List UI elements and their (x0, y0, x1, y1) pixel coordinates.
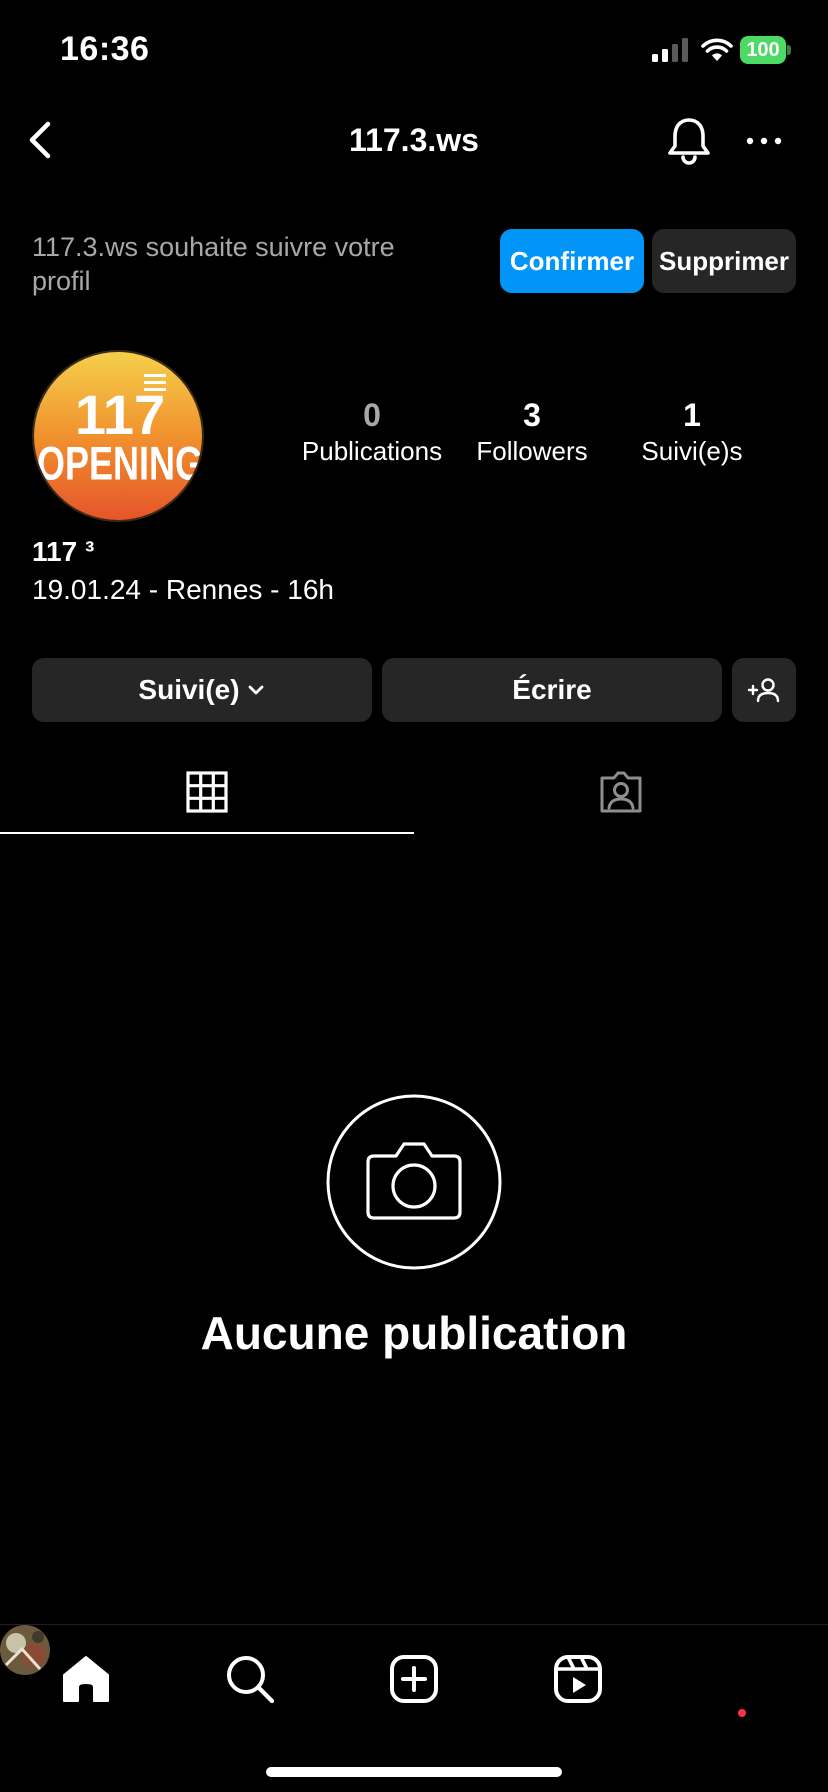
suggested-users-button[interactable] (732, 658, 796, 722)
posts-count-label: Publications (301, 436, 443, 466)
following-button-label: Suivi(e) (138, 674, 240, 705)
battery-level: 100 (740, 36, 786, 64)
display-name: 117 ³ (32, 536, 95, 567)
chevron-down-icon (248, 685, 263, 695)
camera-icon (326, 1094, 502, 1270)
followers-count[interactable]: 3 Followers (458, 396, 606, 468)
posts-count-value: 0 (363, 397, 381, 433)
posts-count: 0 Publications (296, 396, 448, 468)
followers-count-value: 3 (523, 397, 541, 433)
battery-icon: 100 (740, 36, 791, 64)
add-user-icon (747, 678, 780, 703)
active-tab-indicator (0, 832, 414, 834)
avatar-logo-image: 117 OPENING (34, 352, 203, 520)
profile-tabs (0, 748, 828, 836)
following-count-label: Suivi(e)s (641, 436, 743, 466)
profile-header: 117.3.ws (0, 100, 828, 180)
bottom-navigation (0, 1624, 828, 1792)
create-post-icon[interactable] (386, 1651, 442, 1707)
tab-posts-grid[interactable] (0, 748, 414, 836)
message-button[interactable]: Écrire (382, 658, 722, 722)
following-button[interactable]: Suivi(e) (32, 658, 372, 722)
search-icon[interactable] (222, 1651, 278, 1707)
follow-request-text: 117.3.ws souhaite suivre votre profil (32, 232, 395, 296)
user-avatar-image (0, 1625, 50, 1675)
tab-tagged[interactable] (414, 748, 828, 836)
empty-state-title: Aucune publication (200, 1307, 628, 1359)
delete-request-button[interactable]: Supprimer (652, 229, 796, 293)
notification-bell-icon[interactable] (664, 114, 714, 166)
cellular-signal-icon (652, 38, 688, 62)
message-button-label: Écrire (512, 674, 592, 705)
status-bar: 16:36 100 (0, 0, 828, 100)
more-options-icon[interactable] (744, 126, 784, 156)
home-indicator (266, 1767, 562, 1777)
reels-icon[interactable] (550, 1651, 606, 1707)
following-count-value: 1 (683, 397, 701, 433)
status-time: 16:36 (60, 30, 150, 68)
profile-avatar[interactable]: 117 OPENING (32, 350, 204, 522)
grid-icon (186, 771, 228, 813)
profile-tab-avatar[interactable] (0, 1625, 50, 1675)
home-icon[interactable] (58, 1651, 114, 1707)
tagged-user-icon (600, 771, 642, 813)
following-count[interactable]: 1 Suivi(e)s (620, 396, 764, 468)
notification-dot (738, 1709, 746, 1717)
wifi-icon (701, 38, 733, 61)
confirm-request-button[interactable]: Confirmer (500, 229, 644, 293)
svg-text:OPENING: OPENING (37, 437, 203, 490)
follow-request-banner: 117.3.ws souhaite suivre votre profil Co… (0, 220, 828, 300)
followers-count-label: Followers (476, 436, 588, 466)
profile-bio: 19.01.24 - Rennes - 16h (32, 574, 334, 605)
